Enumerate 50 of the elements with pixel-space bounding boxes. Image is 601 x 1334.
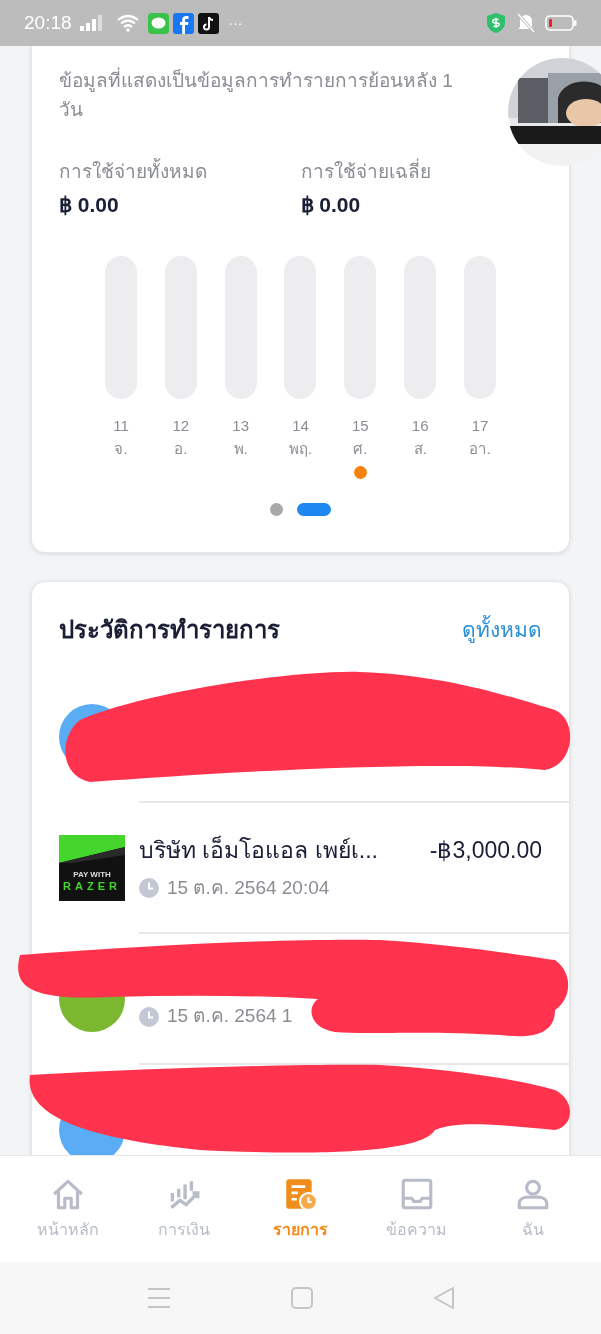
weekday-label: อา. (469, 438, 491, 459)
nav-tab[interactable]: หน้าหลัก (13, 1176, 124, 1242)
view-all-link[interactable]: ดูทั้งหมด (462, 614, 542, 646)
day-number: 15 (351, 416, 369, 436)
nav-tab[interactable]: ข้อความ (361, 1176, 472, 1242)
day-number: 16 (411, 416, 429, 436)
chat-app-icon (147, 12, 169, 34)
page-indicator[interactable] (297, 503, 331, 516)
wifi-icon (115, 14, 140, 32)
timestamp-text: 15 ต.ค. 2564 1 (167, 1004, 293, 1029)
weekday-label: จ. (114, 438, 128, 459)
page-indicator[interactable] (270, 503, 283, 516)
music-note-app-icon (197, 12, 219, 34)
muted-bell-icon (517, 13, 535, 33)
stat-label: การใช้จ่ายเฉลี่ย (300, 158, 542, 187)
more-notifications-text: ··· (228, 13, 243, 33)
clock-time: 20:18 (24, 10, 72, 35)
stripe-icon (59, 834, 125, 863)
description-text: ข้อมูลที่แสดงเป็นข้อมูลการทำรายการย้อนหลัง 1 วัน (59, 66, 479, 124)
weekday-label: ศ. (353, 438, 368, 459)
signal-icon (79, 15, 102, 31)
day-number: 17 (471, 416, 489, 436)
nav-tab[interactable]: ฉัน (477, 1176, 588, 1242)
menu-icon (146, 1287, 171, 1309)
back-triangle-icon (432, 1286, 455, 1310)
battery-icon (545, 15, 577, 31)
section-title: ประวัติการทำรายการ (59, 615, 280, 645)
shield-dollar-icon (487, 13, 505, 33)
day-number: 12 (172, 416, 190, 436)
nav-tab[interactable]: รายการ (245, 1176, 356, 1242)
logo-text: RAZER (63, 879, 121, 893)
clock-icon (139, 1006, 159, 1027)
social-app-icon (172, 12, 194, 34)
timestamp-text: 15 ต.ค. 2564 20:04 (167, 875, 330, 900)
clock-icon (139, 877, 159, 898)
logo-text: PAY WITH (73, 869, 111, 880)
weekday-label: พ. (233, 438, 248, 459)
weekday-label: อ. (174, 438, 188, 459)
merchant-name: บริษัท เอ็มโอแอล เพย์เ... (139, 834, 378, 865)
home-square-icon (290, 1287, 313, 1309)
nav-tab[interactable]: การเงิน (129, 1176, 240, 1242)
day-number: 11 (113, 416, 129, 436)
day-number: 14 (292, 416, 309, 436)
weekday-label: พฤ. (288, 438, 313, 459)
stat-label: การใช้จ่ายทั้งหมด (59, 158, 301, 187)
stat-value: ฿ 0.00 (300, 191, 362, 218)
weekday-label: ส. (413, 438, 427, 459)
stat-value: ฿ 0.00 (59, 191, 120, 218)
amount-text: -฿3,000.00 (429, 836, 542, 865)
day-number: 13 (232, 416, 249, 436)
